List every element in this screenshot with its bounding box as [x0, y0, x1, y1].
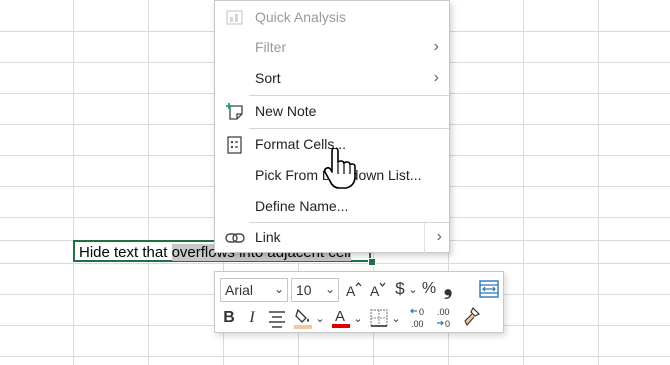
new-note-icon — [225, 102, 245, 122]
fill-color-dropdown[interactable]: ⌄ — [315, 308, 325, 330]
row-line — [0, 356, 670, 357]
comma-style-button[interactable]: ❟ — [441, 276, 455, 298]
format-painter-icon — [464, 306, 481, 326]
font-size-value: 10 — [296, 282, 312, 298]
column-line — [598, 0, 599, 365]
column-line — [73, 0, 74, 365]
fill-color-button[interactable] — [293, 306, 313, 329]
svg-text:A: A — [335, 308, 345, 325]
svg-text:0: 0 — [445, 319, 450, 329]
svg-text:A: A — [370, 283, 380, 299]
mini-toolbar: Arial ⌄ 10 ⌄ A A $ ⌄ % ❟ B I ⌄ A ⌄ ⌄ 0.0… — [214, 271, 504, 333]
font-size-select[interactable]: 10 ⌄ — [291, 278, 339, 302]
increase-font-size-button[interactable]: A — [345, 279, 363, 301]
svg-text:.00: .00 — [411, 319, 424, 329]
increase-decimal-icon: 0.00 — [410, 307, 424, 329]
chevron-down-icon: ⌄ — [273, 282, 284, 296]
font-name-select[interactable]: Arial ⌄ — [220, 278, 288, 302]
percent-style-button[interactable]: % — [421, 278, 437, 300]
font-name-value: Arial — [225, 282, 254, 298]
decrease-font-size-button[interactable]: A — [369, 279, 387, 301]
align-center-icon — [269, 311, 285, 328]
menu-item-label: Define Name... — [255, 198, 349, 214]
menu-item-define-name[interactable]: Define Name... — [215, 192, 449, 222]
column-line — [523, 0, 524, 365]
currency-format-button[interactable]: $ — [393, 278, 407, 300]
column-line — [148, 0, 149, 365]
link-icon — [225, 228, 245, 248]
fill-handle[interactable] — [368, 258, 376, 266]
align-center-button[interactable] — [267, 307, 287, 329]
decrease-decimal-icon: .000 — [437, 307, 450, 329]
menu-item-label: New Note — [255, 103, 317, 119]
font-color-dropdown[interactable]: ⌄ — [353, 308, 363, 330]
menu-separator — [249, 128, 449, 129]
fill-color-icon — [294, 308, 312, 329]
format-cells-icon — [225, 135, 245, 155]
italic-button[interactable]: I — [245, 307, 259, 329]
menu-item-label: Filter — [255, 39, 287, 55]
menu-item-link[interactable]: Link › — [215, 223, 449, 253]
decrease-decimal-button[interactable]: .00 0 — [435, 305, 457, 329]
svg-text:0: 0 — [419, 307, 424, 317]
menu-item-filter[interactable]: Filter › — [215, 33, 449, 63]
menu-item-label: Sort — [255, 70, 281, 86]
menu-item-sort[interactable]: Sort › — [215, 64, 449, 94]
bold-button[interactable]: B — [221, 307, 237, 329]
context-menu: Quick Analysis Filter › Sort › New Note … — [214, 0, 450, 253]
font-color-button[interactable]: A — [331, 306, 351, 328]
menu-item-quick-analysis[interactable]: Quick Analysis — [215, 3, 449, 33]
link-submenu-button[interactable]: › — [424, 223, 449, 253]
menu-item-new-note[interactable]: New Note — [215, 97, 449, 127]
decrease-font-size-icon: A — [370, 282, 386, 299]
menu-item-label: Link — [255, 229, 281, 245]
menu-item-label-part: Pick From D — [255, 167, 332, 183]
merge-center-button[interactable] — [479, 278, 499, 300]
currency-dropdown[interactable]: ⌄ — [407, 279, 419, 301]
borders-dropdown[interactable]: ⌄ — [391, 308, 401, 330]
cell-text-plain: Hide text that — [79, 244, 172, 261]
borders-button[interactable] — [369, 307, 389, 329]
merge-cells-icon — [479, 280, 499, 298]
borders-icon — [370, 309, 388, 327]
hand-pointer-cursor-icon — [323, 147, 358, 190]
font-color-icon: A — [332, 308, 350, 328]
chevron-right-icon: › — [436, 228, 442, 245]
quick-analysis-icon — [225, 8, 245, 28]
svg-text:A: A — [346, 283, 356, 299]
increase-decimal-button[interactable]: 0.00 — [409, 305, 431, 329]
menu-separator — [249, 95, 449, 96]
row-line — [0, 263, 670, 264]
chevron-down-icon: ⌄ — [324, 282, 335, 296]
format-painter-button[interactable] — [461, 306, 481, 328]
chevron-right-icon: › — [433, 38, 439, 55]
menu-item-label: Quick Analysis — [255, 9, 347, 25]
increase-font-size-icon: A — [346, 282, 362, 299]
chevron-right-icon: › — [433, 69, 439, 86]
svg-text:.00: .00 — [437, 307, 450, 317]
